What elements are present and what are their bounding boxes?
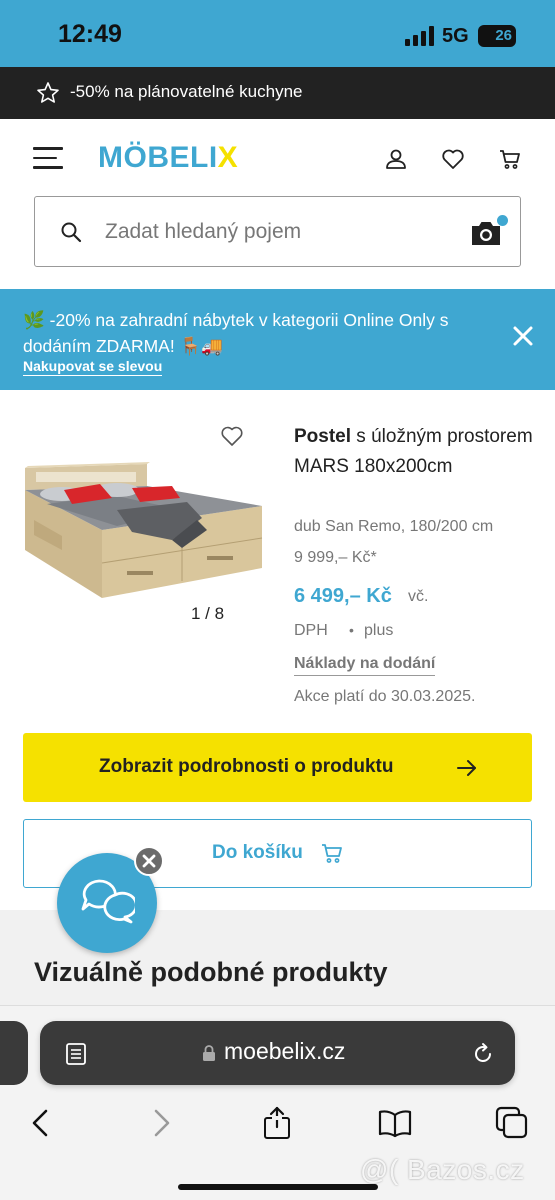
- search-input[interactable]: Zadat hledaný pojem: [34, 196, 521, 267]
- camera-badge-dot: [497, 215, 508, 226]
- old-price: 9 999,– Kč*: [294, 549, 377, 566]
- shipping-cost-link[interactable]: Náklady na dodání: [294, 655, 436, 676]
- status-time: 12:49: [58, 20, 122, 48]
- close-icon: [142, 854, 156, 868]
- cart-icon: [322, 844, 342, 863]
- bookmarks-icon[interactable]: [378, 1106, 412, 1140]
- product-details-label: Zobrazit podrobnosti o produktu: [99, 756, 394, 777]
- cart-icon[interactable]: [498, 147, 522, 171]
- arrow-right-icon: [457, 760, 476, 776]
- search-icon: [61, 222, 82, 243]
- offer-valid-until: Akce platí do 30.03.2025.: [294, 688, 476, 705]
- star-icon: [37, 82, 59, 103]
- battery-icon: 26: [478, 25, 516, 47]
- lock-icon: [203, 1045, 215, 1061]
- previous-tab-preview[interactable]: [0, 1021, 28, 1085]
- close-icon[interactable]: [512, 325, 534, 347]
- product-image[interactable]: [22, 450, 267, 605]
- vat-plus: plus: [364, 622, 394, 639]
- similar-products-heading: Vizuálně podobné produkty: [34, 957, 388, 987]
- add-to-cart-label: Do košíku: [212, 842, 303, 863]
- logo-x: X: [217, 141, 239, 174]
- product-title-bold: Postel: [294, 426, 352, 447]
- product-card: 1 / 8 Postel s úložným prostorem MARS 18…: [0, 390, 555, 910]
- product-title[interactable]: Postel s úložným prostorem MARS 180x200c…: [294, 422, 534, 482]
- top-promo-text: -50% na plánovatelné kuchyne: [70, 82, 303, 101]
- heart-icon[interactable]: [441, 147, 465, 171]
- user-icon[interactable]: [384, 147, 408, 171]
- vat-label-2: DPH: [294, 622, 328, 639]
- home-indicator: [178, 1184, 378, 1190]
- battery-level: 26: [495, 27, 512, 44]
- forward-icon[interactable]: [144, 1106, 178, 1140]
- close-chat-button[interactable]: [134, 846, 164, 876]
- vat-label-1: vč.: [408, 588, 429, 605]
- share-icon[interactable]: [260, 1106, 294, 1140]
- menu-icon[interactable]: [33, 147, 63, 169]
- vat-separator: •: [349, 622, 354, 638]
- sale-price: 6 499,– Kč: [294, 585, 392, 607]
- site-logo[interactable]: MÖBELIX: [98, 141, 238, 175]
- search-placeholder: Zadat hledaný pojem: [105, 220, 302, 243]
- address-bar[interactable]: moebelix.cz: [40, 1021, 515, 1085]
- status-bar: 12:49 5G 26: [0, 0, 555, 67]
- shop-discount-link[interactable]: Nakupovat se slevou: [23, 358, 163, 376]
- top-promo-bar[interactable]: -50% na plánovatelné kuchyne: [0, 67, 555, 119]
- logo-text: MÖBELI: [98, 141, 218, 174]
- back-icon[interactable]: [24, 1106, 58, 1140]
- wishlist-heart-icon[interactable]: [220, 425, 244, 447]
- site-header: MÖBELIX Zadat hledaný pojem: [0, 119, 555, 289]
- chat-bubbles-icon: [81, 879, 135, 924]
- watermark-text: @( Bazos.cz: [360, 1154, 525, 1185]
- network-label: 5G: [442, 25, 469, 47]
- image-pager: 1 / 8: [191, 604, 225, 623]
- reader-mode-icon[interactable]: [65, 1042, 87, 1066]
- garden-promo-text: 🌿 -20% na zahradní nábytek v kategorii O…: [23, 310, 449, 356]
- signal-icon: [405, 26, 434, 46]
- garden-promo-banner: 🌿 -20% na zahradní nábytek v kategorii O…: [0, 289, 555, 390]
- product-variant: dub San Remo, 180/200 cm: [294, 518, 494, 535]
- reload-icon[interactable]: [471, 1042, 495, 1066]
- product-details-button[interactable]: Zobrazit podrobnosti o produktu: [23, 733, 532, 802]
- browser-toolbar: moebelix.cz @( Bazos.cz: [0, 1005, 555, 1200]
- tabs-icon[interactable]: [495, 1106, 529, 1140]
- url-text: moebelix.cz: [224, 1038, 346, 1064]
